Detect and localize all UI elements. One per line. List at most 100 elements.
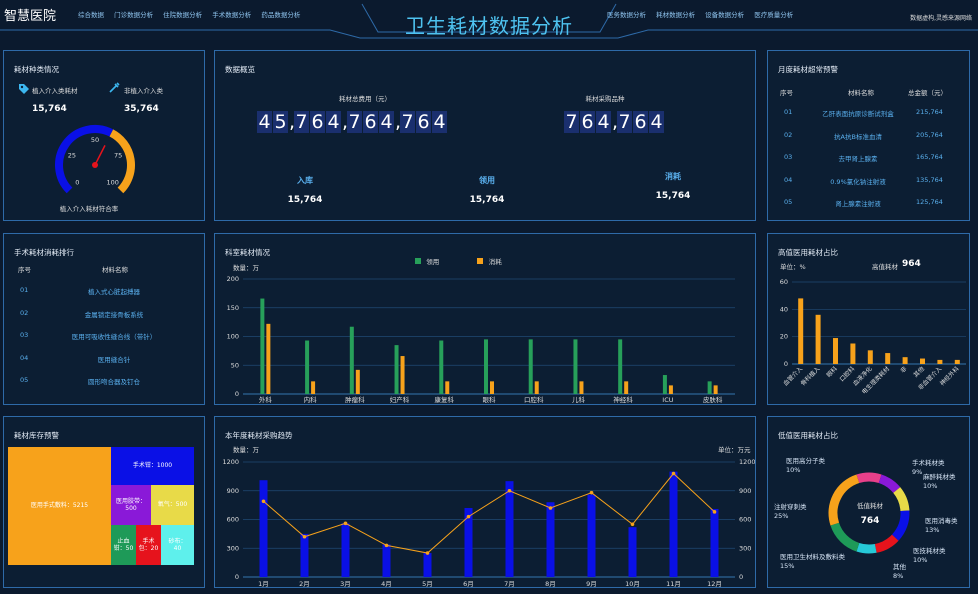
label-pct: 13%	[925, 526, 940, 534]
label-pct: 15%	[780, 562, 795, 570]
nav-item-consumables[interactable]: 耗材数据分析	[656, 11, 695, 19]
gauge-tick-label: 0	[75, 179, 79, 187]
non-implant-label: 非植入介入类	[124, 87, 163, 95]
implant-value: 15,764	[32, 104, 67, 114]
nav-item-equipment[interactable]: 设备数据分析	[705, 11, 744, 19]
nav-item-medical[interactable]: 医务数据分析	[607, 11, 646, 19]
bar	[355, 369, 360, 394]
credit-text: 数据虚构,灵感来源网络	[910, 15, 972, 22]
counter-digit: 7	[564, 111, 579, 133]
x-tick-label: ICU	[662, 396, 673, 404]
donut-center-label: 低值耗材	[857, 502, 883, 510]
donut-label-medtech: 医技耗材类 10%	[913, 547, 946, 565]
y2-tick-label: 900	[739, 487, 751, 495]
implant-label: 植入介入类耗材	[32, 87, 78, 95]
purchase-kinds-label: 耗材采购品种	[585, 95, 625, 103]
bar	[833, 338, 838, 364]
trend-point	[302, 534, 307, 539]
total-cost-counter: 4 5,7 6 4,7 6 4,7 6 4	[257, 111, 448, 133]
donut-slice	[874, 534, 899, 553]
bar	[662, 375, 667, 394]
bar	[305, 340, 310, 394]
nav-item-overview[interactable]: 综合数据	[78, 11, 104, 19]
x-tick-label: 3月	[340, 580, 351, 587]
nav-item-quality[interactable]: 医疗质量分析	[754, 11, 793, 19]
donut-label-other: 其他 8%	[893, 563, 906, 581]
high-value-unit: 单位：%	[780, 263, 806, 271]
table-cell-name: 植入式心脏起搏器	[88, 288, 140, 296]
requisition-value: 15,764	[469, 195, 505, 205]
treemap-cell-surgical-pack[interactable]: 手术包：20	[136, 525, 161, 565]
x-tick-label: 6月	[463, 580, 474, 587]
bar	[260, 298, 265, 394]
table-cell-rank: 03	[784, 153, 793, 161]
donut-label-injection: 注射穿刺类 25%	[774, 503, 807, 521]
y-tick-label: 150	[227, 304, 239, 312]
treemap-cell-hemostat[interactable]: 止血钳：50	[111, 525, 136, 565]
table-cell-name: 圆形吻合器及钉仓	[88, 378, 140, 386]
nav-item-drugs[interactable]: 药品数据分析	[261, 11, 300, 19]
purchase-trend-panel: 本年度耗材采购趋势 数量：万 单位：万元 0 0 300 300 600 600 900 90…	[214, 416, 756, 588]
y2-tick-label: 300	[739, 544, 751, 552]
stock-warning-panel: 耗材库存预警 医用手式敷料：5215 手术钳：1000 医用胶带：500 氧气：…	[3, 416, 205, 588]
treemap-cell-tape[interactable]: 医用胶带：500	[111, 485, 151, 525]
panel-title: 科室耗材情况	[225, 248, 270, 257]
bar	[618, 339, 623, 394]
counter-digit: 6	[363, 111, 378, 133]
panel-title: 耗材种类情况	[14, 65, 59, 74]
legend-swatch-use	[415, 258, 421, 264]
label-name: 医用高分子类	[786, 457, 825, 465]
consumption-value: 15,764	[655, 191, 691, 201]
trend-line	[263, 472, 715, 554]
bar	[707, 381, 712, 394]
label-pct: 10%	[913, 556, 928, 564]
counter-digit: 6	[310, 111, 325, 133]
trend-point	[343, 521, 348, 526]
consumption-label: 消耗	[665, 172, 681, 181]
bar	[798, 298, 804, 364]
panel-title: 手术耗材消耗排行	[14, 248, 74, 257]
x-tick-label: 其他	[912, 365, 926, 379]
treemap-cell-oxygen[interactable]: 氧气：500	[151, 485, 194, 525]
department-panel: 科室耗材情况 领用 消耗 数量：万 0 50 100 150 200 外科 内科 肿瘤科 妇产科…	[214, 233, 756, 405]
trend-point	[507, 488, 512, 493]
treemap-cell-forceps[interactable]: 手术钳：1000	[111, 447, 194, 485]
donut-slice	[856, 472, 882, 484]
bar	[624, 381, 629, 394]
treemap-cell-dressing[interactable]: 医用手式敷料：5215	[8, 447, 111, 565]
counter-digit: 6	[416, 111, 431, 133]
counter-digit: 4	[326, 111, 341, 133]
label-name: 医技耗材类	[913, 547, 946, 555]
bar	[573, 339, 578, 394]
bar	[382, 544, 391, 577]
trend-point	[425, 551, 430, 555]
nav-item-surgery[interactable]: 手术数据分析	[212, 11, 251, 19]
table-cell-name: 医用可吸收性缝合线（带针）	[71, 333, 157, 341]
y-tick-label: 50	[231, 361, 239, 369]
table-cell-rank: 01	[20, 286, 29, 294]
col-rank: 序号	[18, 266, 31, 274]
nav-item-inpatient[interactable]: 住院数据分析	[163, 11, 202, 19]
syringe-icon	[109, 82, 120, 93]
x-tick-label: 9月	[586, 580, 597, 587]
gauge-caption: 植入介入耗材符合率	[59, 205, 119, 213]
table-cell-name: 去甲肾上腺素	[838, 155, 878, 163]
trend-point	[384, 543, 389, 548]
nav-item-outpatient[interactable]: 门诊数据分析	[114, 11, 153, 19]
surgery-ranking-panel: 手术耗材消耗排行 序号 材料名称 01 植入式心脏起搏器 02 金属锁定接骨板系统 03…	[3, 233, 205, 405]
x-tick-label: 5月	[422, 580, 433, 587]
table-cell-rank: 01	[784, 108, 793, 116]
y-tick-label: 200	[227, 275, 239, 283]
table-cell-rank: 04	[784, 175, 793, 184]
bar	[850, 343, 856, 364]
non-implant-value: 35,764	[124, 104, 159, 114]
table-cell-rank: 04	[20, 353, 29, 362]
col-amount: 总金额（元）	[908, 89, 947, 97]
y2-tick-label: 600	[739, 516, 751, 524]
table-cell-name: 抗A抗B标准血清	[834, 132, 882, 141]
panel-title: 耗材库存预警	[14, 431, 59, 440]
table-cell-rank: 02	[784, 130, 793, 139]
treemap-cell-gauze[interactable]: 砂布：40	[161, 525, 194, 565]
table-cell-name: 乙肝表面抗原诊断试剂盒	[822, 110, 894, 118]
counter-digit: 7	[347, 111, 362, 133]
